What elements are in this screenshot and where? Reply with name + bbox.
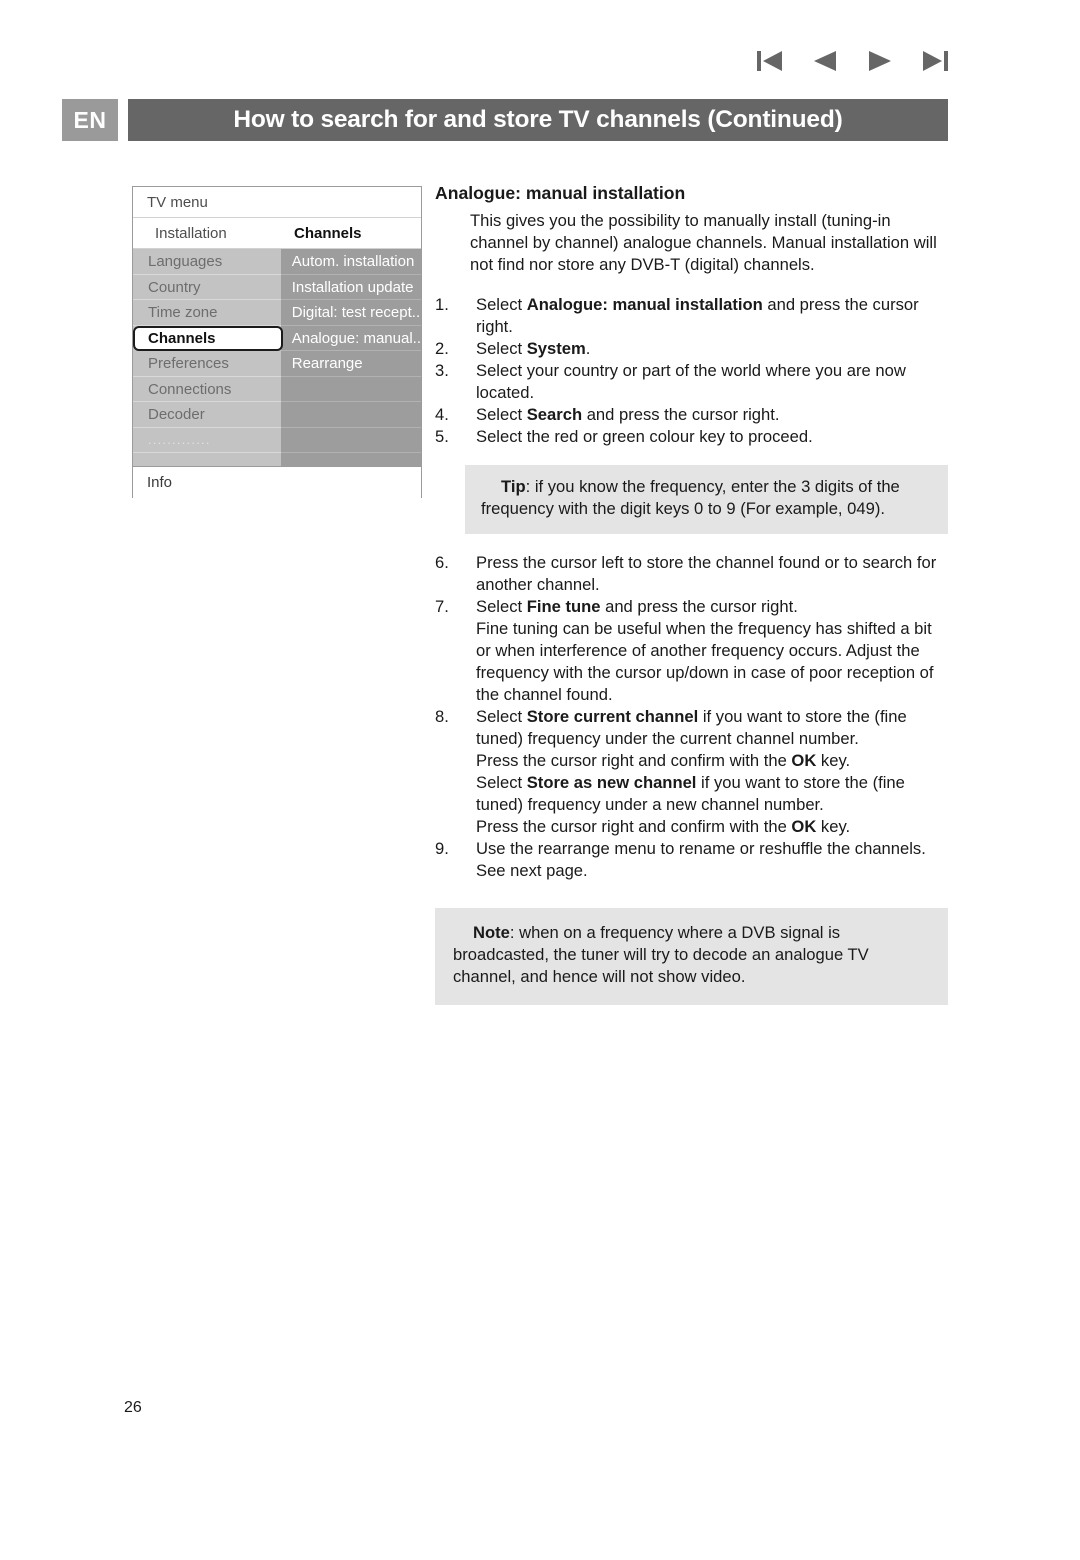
menu-item-connections[interactable]: Connections: [133, 377, 281, 402]
step-8-line4-pre: Press the cursor right and confirm with …: [476, 817, 792, 836]
step-8-line1-bold: Store current channel: [526, 707, 699, 726]
submenu-item-empty-2: [280, 402, 421, 428]
step-4-number: 4.: [435, 405, 449, 424]
tv-menu-columns: Languages Country Time zone Channels Pre…: [133, 249, 421, 466]
step-3: 3. Select your country or part of the wor…: [435, 360, 948, 404]
step-8-line2-bold: OK: [791, 751, 817, 770]
submenu-item-rearrange[interactable]: Rearrange: [280, 351, 421, 377]
step-4-post: and press the cursor right.: [582, 405, 780, 424]
submenu-item-autom-installation[interactable]: Autom. installation: [280, 249, 421, 275]
step-8-number: 8.: [435, 707, 449, 726]
step-4-pre: Select: [476, 405, 527, 424]
step-5-pre: Select the red or green colour key to pr…: [476, 427, 813, 446]
note-label: Note: [473, 923, 510, 942]
page-title: How to search for and store TV channels …: [233, 106, 843, 133]
tv-menu-left-column: Languages Country Time zone Channels Pre…: [133, 249, 283, 466]
step-1-number: 1.: [435, 295, 449, 314]
step-5-number: 5.: [435, 427, 449, 446]
skip-to-last-icon[interactable]: [920, 48, 950, 74]
skip-to-first-icon[interactable]: [755, 48, 785, 74]
menu-item-time-zone[interactable]: Time zone: [133, 300, 281, 326]
step-2-bold: System: [526, 339, 586, 358]
tv-menu-title: TV menu: [133, 187, 421, 218]
step-7-detail: Fine tuning can be useful when the frequ…: [476, 619, 934, 704]
step-1: 1. Select Analogue: manual installation a…: [435, 294, 948, 338]
section-title: Analogue: manual installation: [435, 183, 686, 203]
menu-item-decoder[interactable]: Decoder: [133, 402, 281, 428]
step-6-text: Press the cursor left to store the chann…: [476, 553, 937, 594]
step-2: 2. Select System.: [435, 338, 948, 360]
step-8-line4-post: key.: [816, 817, 851, 836]
submenu-item-empty-3: [280, 428, 421, 453]
step-7-number: 7.: [435, 597, 449, 616]
step-9-text: Use the rearrange menu to rename or resh…: [476, 839, 926, 880]
tip-label: Tip: [501, 477, 526, 496]
step-7-pre: Select: [476, 597, 527, 616]
menu-item-preferences[interactable]: Preferences: [133, 351, 281, 377]
breadcrumb-channels: Channels: [294, 225, 362, 242]
menu-item-country[interactable]: Country: [133, 275, 281, 300]
breadcrumb-installation: Installation: [155, 225, 227, 242]
note-text: : when on a frequency where a DVB signal…: [453, 923, 869, 986]
tv-menu-screenshot: TV menu Installation Channels Languages …: [132, 186, 422, 498]
step-3-number: 3.: [435, 361, 449, 380]
step-2-post: .: [585, 339, 591, 358]
menu-item-languages[interactable]: Languages: [133, 249, 281, 275]
step-8-line2-pre: Press the cursor right and confirm with …: [476, 751, 792, 770]
note-callout: Note: when on a frequency where a DVB si…: [435, 908, 948, 1005]
step-3-pre: Select your country or part of the world…: [476, 361, 906, 402]
step-8-line3-pre: Select: [476, 773, 527, 792]
step-7-post: and press the cursor right.: [600, 597, 798, 616]
step-9-number: 9.: [435, 839, 449, 858]
menu-item-channels-selected[interactable]: Channels: [133, 325, 283, 351]
step-9: 9. Use the rearrange menu to rename or re…: [435, 838, 948, 882]
step-8-line4: Press the cursor right and confirm with …: [476, 816, 948, 838]
tv-menu-info-bar: Info: [133, 466, 421, 498]
tip-callout: Tip: if you know the frequency, enter th…: [465, 465, 948, 534]
step-7-bold: Fine tune: [526, 597, 601, 616]
note-text-wrapper: Note: when on a frequency where a DVB si…: [453, 923, 869, 986]
step-1-bold: Analogue: manual installation: [526, 295, 763, 314]
step-8: 8. Select Store current channel if you wa…: [435, 706, 948, 838]
step-8-line3-bold: Store as new channel: [526, 773, 697, 792]
page-header-bar: How to search for and store TV channels …: [128, 99, 948, 141]
section-intro: This gives you the possibility to manual…: [470, 211, 937, 274]
step-4: 4. Select Search and press the cursor rig…: [435, 404, 948, 426]
tv-menu-breadcrumb: Installation Channels: [133, 218, 421, 249]
step-6: 6. Press the cursor left to store the cha…: [435, 552, 948, 596]
language-badge-label: EN: [73, 106, 107, 133]
steps-list-part2: 6. Press the cursor left to store the cha…: [435, 552, 948, 882]
previous-page-icon[interactable]: [810, 48, 840, 74]
step-8-line4-bold: OK: [791, 817, 817, 836]
step-6-number: 6.: [435, 553, 449, 572]
tip-text: : if you know the frequency, enter the 3…: [481, 477, 900, 518]
instructions-content: Analogue: manual installation This gives…: [435, 182, 948, 1005]
submenu-item-digital-test-reception[interactable]: Digital: test recept..: [280, 300, 421, 326]
step-1-pre: Select: [476, 295, 527, 314]
submenu-item-analogue-manual[interactable]: Analogue: manual..: [280, 326, 421, 351]
language-badge: EN: [62, 99, 118, 141]
next-page-icon[interactable]: [865, 48, 895, 74]
page-number: 26: [124, 1399, 142, 1416]
page-navigation-arrows: [755, 44, 950, 78]
submenu-item-empty-1: [280, 377, 421, 402]
step-2-number: 2.: [435, 339, 449, 358]
steps-list-part1: 1. Select Analogue: manual installation a…: [435, 294, 948, 448]
tv-menu-right-column: Autom. installation Installation update …: [280, 249, 421, 466]
step-8-line1-pre: Select: [476, 707, 527, 726]
menu-item-more[interactable]: .............: [133, 428, 281, 453]
step-7: 7. Select Fine tune and press the cursor …: [435, 596, 948, 706]
step-8-line3: Select Store as new channel if you want …: [476, 772, 948, 816]
step-2-pre: Select: [476, 339, 527, 358]
step-5: 5. Select the red or green colour key to …: [435, 426, 948, 448]
step-8-line2-post: key.: [816, 751, 851, 770]
submenu-item-installation-update[interactable]: Installation update: [280, 275, 421, 300]
step-4-bold: Search: [526, 405, 583, 424]
tip-text-wrapper: Tip: if you know the frequency, enter th…: [481, 477, 900, 518]
step-8-line2: Press the cursor right and confirm with …: [476, 750, 948, 772]
